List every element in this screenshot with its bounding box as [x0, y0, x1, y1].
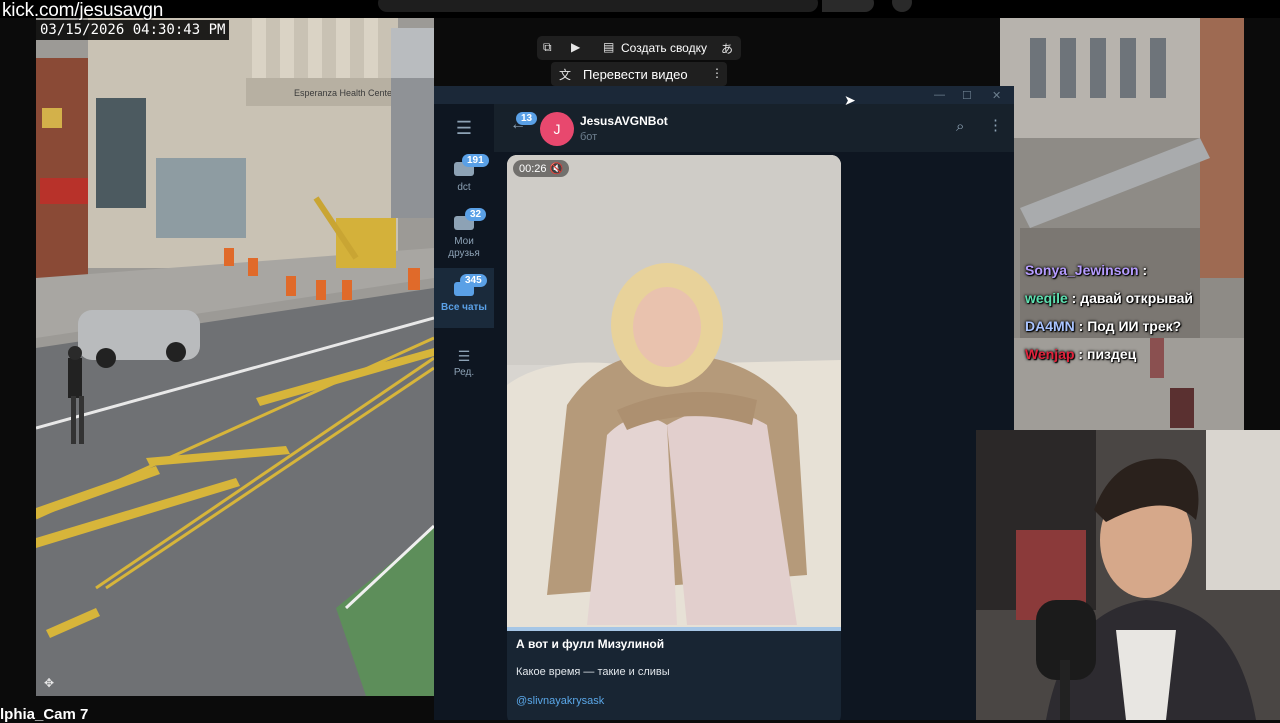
chat-separator: : — [1138, 262, 1148, 278]
chat-message: DA4MN : Под ИИ трек? — [1025, 318, 1181, 334]
pip-icon[interactable]: ⧉ — [543, 40, 552, 55]
unread-badge: 345 — [460, 274, 487, 287]
mouse-cursor-icon: ➤ — [844, 92, 856, 108]
menu-icon[interactable]: ☰ — [434, 118, 494, 139]
folder-dct[interactable]: 191 dct — [434, 154, 494, 202]
video-message[interactable]: 00:26 🔇 — [507, 155, 841, 631]
back-unread-badge: 13 — [516, 112, 538, 125]
duration-text: 00:26 — [519, 163, 547, 175]
translate-icon[interactable]: あ — [721, 40, 733, 57]
chat-username[interactable]: Wenjap — [1025, 346, 1075, 362]
stream-url: kick.com/jesusavgn — [2, 0, 164, 21]
chat-text: Под ИИ трек? — [1087, 318, 1182, 334]
chat-name[interactable]: JesusAVGNBot — [580, 114, 668, 128]
chat-separator: : — [1067, 290, 1081, 306]
camera-label: lphia_Cam 7 — [0, 706, 89, 723]
bot-avatar[interactable]: J — [540, 112, 574, 146]
chat-username[interactable]: DA4MN — [1025, 318, 1075, 334]
streamer-webcam — [976, 430, 1280, 720]
folder-sidebar: ☰ 191 dct 32 Мои друзья 345 Все чаты ☰ Р… — [434, 104, 494, 720]
more-menu-icon[interactable]: ⋮ — [988, 116, 1003, 134]
folder-label: dct — [457, 182, 471, 193]
mute-icon[interactable]: 🔇 — [550, 163, 564, 175]
caption-title: А вот и фулл Мизулиной — [516, 637, 665, 651]
chat-separator: : — [1074, 318, 1088, 334]
second-camera-feed — [1000, 18, 1244, 432]
create-summary-button[interactable]: Создать сводку — [621, 41, 707, 55]
translate-video-button[interactable]: Перевести видео — [583, 67, 688, 82]
folder-edit[interactable]: ☰ Ред. — [434, 348, 494, 388]
telegram-titlebar: — ☐ ✕ — [434, 86, 1014, 104]
translate-video-bar: 文 Перевести видео ⋮ — [551, 62, 727, 86]
maximize-button[interactable]: ☐ — [962, 89, 972, 102]
folder-label: Мои друзья — [448, 236, 480, 259]
unread-badge: 32 — [465, 208, 487, 221]
camera-timestamp: 03/15/2026 04:30:43 PM — [36, 20, 230, 40]
street-camera-feed: Esperanza Health Center — [36, 18, 434, 696]
building-sign: Esperanza Health Center — [294, 88, 395, 98]
sliders-icon: ☰ — [457, 348, 471, 364]
move-icon[interactable]: ✥ — [44, 676, 54, 690]
folder-my-friends[interactable]: 32 Мои друзья — [434, 208, 494, 266]
site-search-bar[interactable] — [378, 0, 818, 12]
video-progress-bar[interactable] — [507, 627, 841, 631]
caption-text: Какое время — такие и сливы — [516, 666, 670, 678]
summary-icon[interactable]: ▤ — [603, 40, 614, 54]
chat-username[interactable]: Sonya_Jewinson — [1025, 262, 1139, 278]
folder-all-chats[interactable]: 345 Все чаты — [434, 268, 494, 328]
caption-link[interactable]: @slivnayakrysask — [516, 695, 604, 707]
video-search-icon[interactable]: ▶ — [571, 40, 580, 54]
search-button[interactable] — [822, 0, 874, 12]
translate-icon[interactable]: 文 — [559, 66, 571, 83]
chat-text: давай открывай — [1080, 290, 1194, 306]
close-button[interactable]: ✕ — [992, 89, 1001, 102]
chat-username[interactable]: weqile — [1025, 290, 1068, 306]
video-overlay-toolbar: ⧉ ▶ ▤ Создать сводку あ — [537, 36, 741, 60]
chat-message: Sonya_Jewinson : — [1025, 262, 1147, 278]
message-bubble: 00:26 🔇 А вот и фулл Мизулиной Какое вре… — [507, 155, 841, 720]
video-duration: 00:26 🔇 — [513, 160, 570, 177]
chat-text: пиздец — [1086, 346, 1137, 362]
unread-badge: 191 — [462, 154, 489, 167]
folder-label: Все чаты — [441, 302, 487, 313]
chat-message: Wenjap : пиздец — [1025, 346, 1136, 362]
chat-message: weqile : давай открывай — [1025, 290, 1193, 306]
minimize-button[interactable]: — — [934, 89, 945, 101]
chat-separator: : — [1074, 346, 1087, 362]
folder-label: Ред. — [453, 367, 475, 378]
chat-subtitle: бот — [580, 131, 598, 143]
telegram-window: — ☐ ✕ ☰ 191 dct 32 Мои друзья 345 Все ча… — [434, 86, 1014, 720]
search-icon[interactable]: ⌕ — [956, 118, 964, 135]
more-options-icon[interactable]: ⋮ — [711, 66, 723, 80]
